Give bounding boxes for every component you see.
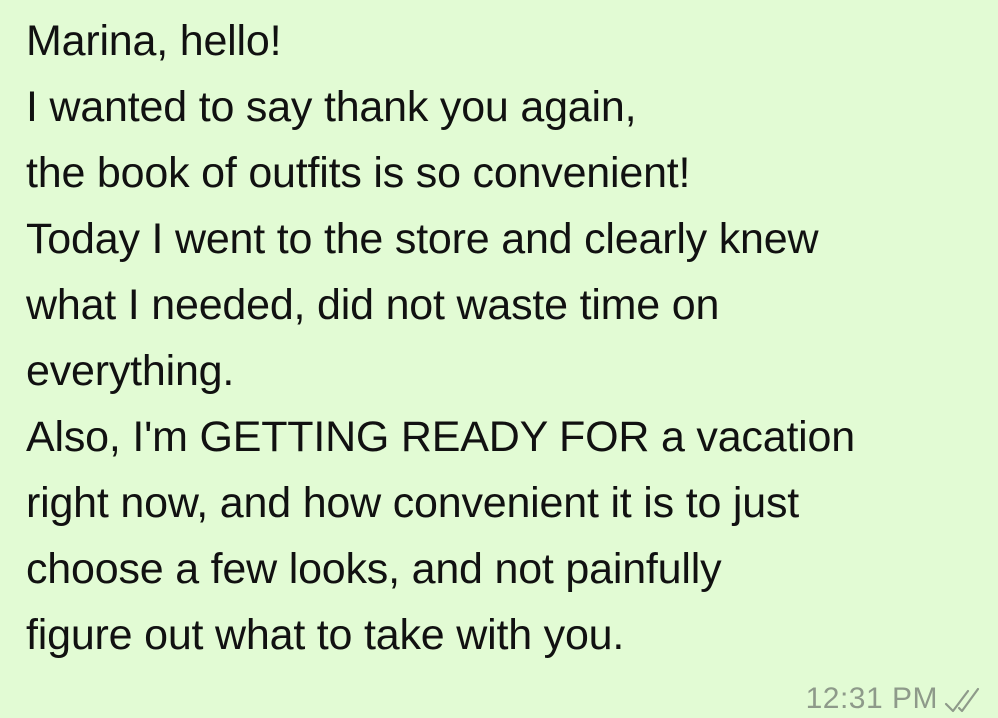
message-line: Today I went to the store and clearly kn… [26,215,819,263]
message-line: I wanted to say thank you again, [26,83,637,131]
message-meta: 12:31 PM [806,680,986,718]
message-line: figure out what to take with you. [26,611,625,659]
message-line: Marina, hello! [26,17,282,65]
message-line: right now, and how convenient it is to j… [26,479,800,527]
double-check-icon [944,687,980,713]
message-timestamp: 12:31 PM [805,682,938,715]
message-line: Also, I'm GETTING READY FOR a vacation [26,413,855,461]
message-line: choose a few looks, and not painfully [26,545,722,593]
message-line: the book of outfits is so convenient! [26,149,691,197]
message-bubble[interactable]: Marina, hello! I wanted to say thank you… [0,0,998,718]
message-line: everything. [26,347,235,395]
message-line: what I needed, did not waste time on [26,281,720,329]
message-text: Marina, hello! I wanted to say thank you… [26,8,991,668]
